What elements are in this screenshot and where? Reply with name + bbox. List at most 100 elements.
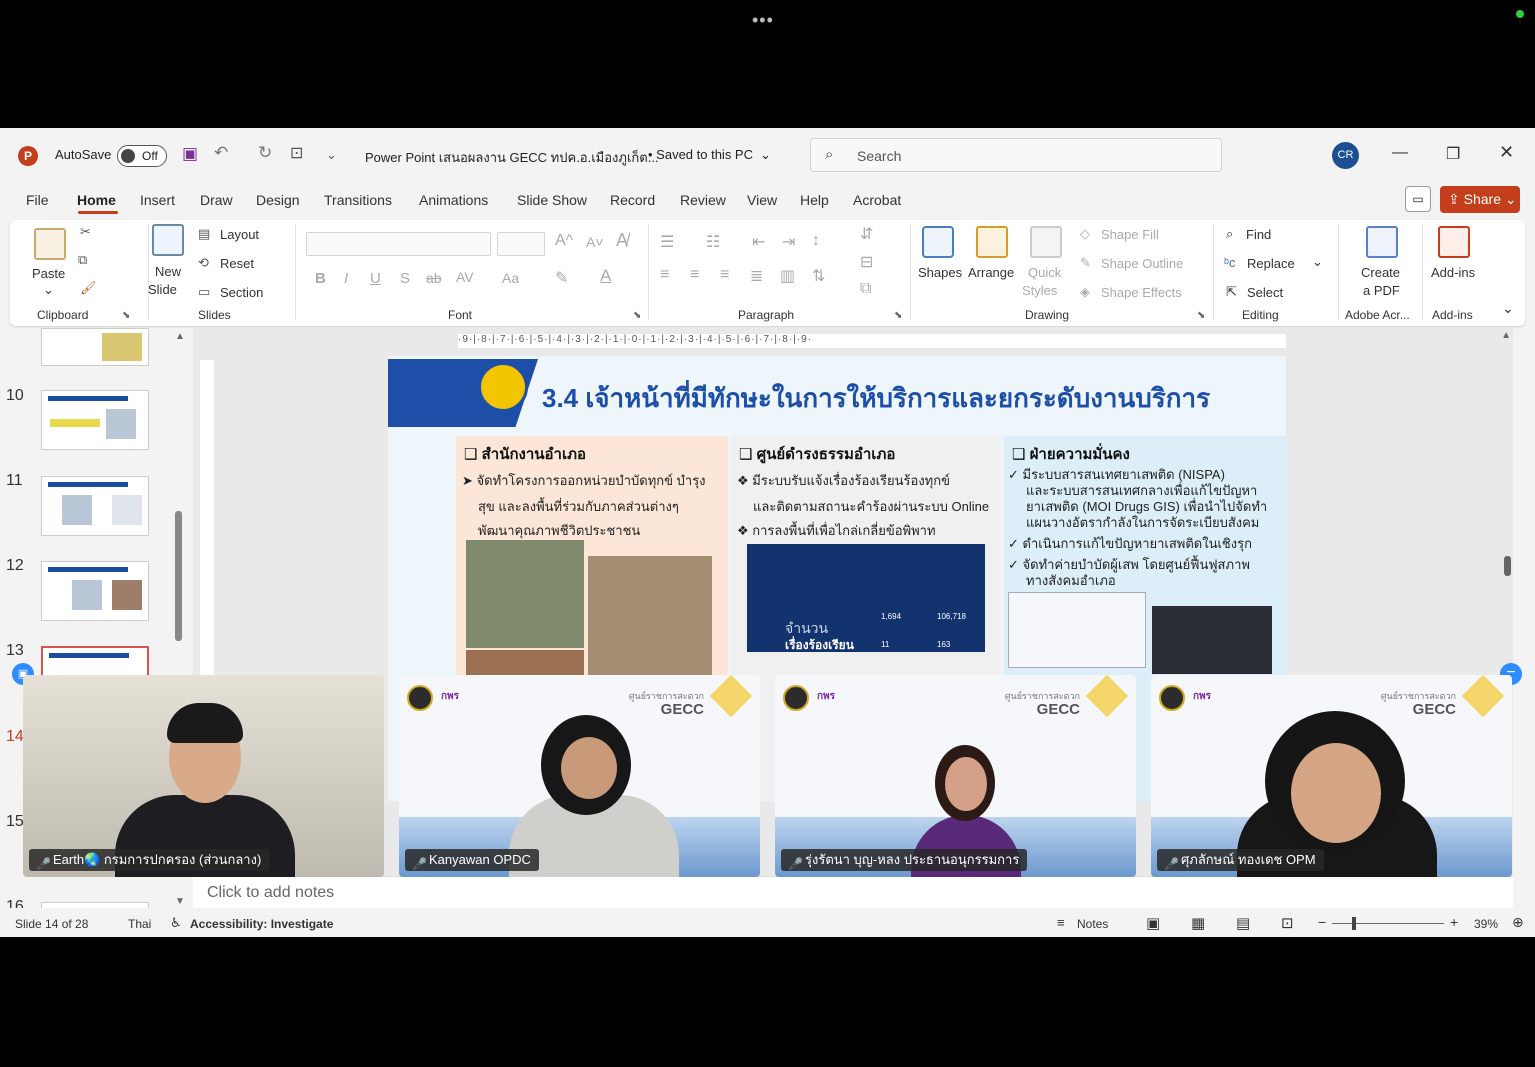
language-indicator[interactable]: Thai	[128, 917, 151, 931]
paste-icon[interactable]	[34, 228, 66, 260]
thumbnail-scrollbar[interactable]	[175, 511, 182, 641]
justify-icon[interactable]: ≣	[750, 266, 763, 286]
character-spacing-button[interactable]: AV	[456, 269, 474, 285]
zoom-level[interactable]: 39%	[1474, 917, 1498, 931]
avatar[interactable]: CR	[1332, 142, 1359, 169]
new-slide-label-2[interactable]: Slide	[148, 282, 177, 297]
decrease-indent-icon[interactable]: ⇤	[752, 232, 765, 252]
format-painter-icon[interactable]: 🖌	[80, 280, 97, 296]
slide-thumbnail[interactable]	[41, 561, 149, 621]
redo-icon[interactable]: ↻	[258, 143, 272, 163]
drawing-launcher-icon[interactable]: ⬊	[1197, 310, 1205, 321]
reset-button[interactable]: Reset	[220, 256, 254, 271]
zoom-slider-handle[interactable]	[1352, 917, 1356, 930]
align-center-icon[interactable]: ≡	[690, 266, 699, 284]
font-family-select[interactable]	[306, 232, 491, 256]
copy-icon[interactable]: ⧉	[78, 252, 87, 268]
document-title[interactable]: Power Point เสนอผลงาน GECC ทปค.อ.เมืองภู…	[365, 147, 659, 168]
add-ins-button[interactable]: Add-ins	[1431, 265, 1475, 280]
notes-button[interactable]: Notes	[1077, 917, 1108, 931]
editor-scrollbar[interactable]	[1504, 556, 1511, 576]
increase-font-size-icon[interactable]: A^	[555, 232, 573, 250]
layout-button[interactable]: Layout	[220, 227, 259, 242]
font-size-select[interactable]	[497, 232, 545, 256]
tab-transitions[interactable]: Transitions	[324, 192, 392, 208]
scroll-down-icon[interactable]: ▼	[175, 896, 185, 907]
tab-draw[interactable]: Draw	[200, 192, 233, 208]
tab-home[interactable]: Home	[77, 192, 116, 208]
shape-effects-button[interactable]: Shape Effects	[1101, 285, 1182, 300]
cut-icon[interactable]: ✂	[80, 224, 91, 240]
font-launcher-icon[interactable]: ⬊	[633, 310, 641, 321]
new-slide-icon[interactable]	[152, 224, 184, 256]
quick-styles-icon[interactable]	[1030, 226, 1062, 258]
scroll-up-icon[interactable]: ▲	[1501, 330, 1511, 341]
autosave-toggle[interactable]: Off	[117, 145, 167, 167]
columns-icon[interactable]: ▥	[780, 266, 795, 286]
align-right-icon[interactable]: ≡	[720, 266, 729, 284]
replace-button[interactable]: Replace	[1247, 256, 1295, 271]
tab-acrobat[interactable]: Acrobat	[853, 192, 901, 208]
share-button[interactable]: ⇪ Share ⌄	[1440, 186, 1520, 213]
new-slide-label-1[interactable]: New	[155, 264, 181, 279]
tab-slide-show[interactable]: Slide Show	[517, 192, 587, 208]
font-color-icon[interactable]: A	[600, 266, 611, 286]
video-tile[interactable]: กพร ศูนย์ราชการสะดวก GECC 🎤 รุ่งรัตนา บุญ…	[775, 675, 1136, 877]
text-shadow-button[interactable]: S	[400, 270, 410, 287]
comments-button[interactable]: ▭	[1405, 186, 1431, 212]
shapes-icon[interactable]	[922, 226, 954, 258]
normal-view-icon[interactable]: ▣	[1146, 914, 1160, 932]
ribbon-expand-icon[interactable]: ⌄	[1502, 300, 1514, 317]
replace-dropdown-icon[interactable]: ⌄	[1312, 254, 1323, 270]
slide-sorter-icon[interactable]: ▦	[1191, 914, 1205, 932]
section-button[interactable]: Section	[220, 285, 263, 300]
shape-outline-button[interactable]: Shape Outline	[1101, 256, 1183, 271]
zoom-more-options-icon[interactable]: •••	[752, 10, 774, 31]
slide-thumbnail[interactable]	[41, 390, 149, 450]
sort-icon[interactable]: ⇵	[860, 224, 873, 244]
tab-animations[interactable]: Animations	[419, 192, 488, 208]
close-icon[interactable]: ✕	[1499, 142, 1514, 163]
present-from-start-icon[interactable]: ⊡	[290, 143, 303, 163]
zoom-in-icon[interactable]: +	[1450, 914, 1458, 930]
highlight-icon[interactable]: ✎	[555, 268, 568, 288]
undo-icon[interactable]: ↶	[214, 143, 228, 163]
slide-thumbnail[interactable]	[41, 328, 149, 366]
slide-thumbnail[interactable]	[41, 476, 149, 536]
zoom-out-icon[interactable]: −	[1318, 914, 1326, 930]
smartart-icon[interactable]: ⧉	[860, 280, 871, 298]
reading-view-icon[interactable]: ▤	[1236, 914, 1250, 932]
line-spacing-icon[interactable]: ↕	[812, 232, 820, 250]
decrease-font-size-icon[interactable]: A˅	[586, 234, 604, 250]
arrange-button[interactable]: Arrange	[968, 265, 1014, 280]
bold-button[interactable]: B	[315, 270, 326, 287]
numbering-icon[interactable]: ☷	[706, 232, 720, 252]
increase-indent-icon[interactable]: ⇥	[782, 232, 795, 252]
create-pdf-label-1[interactable]: Create	[1361, 265, 1400, 280]
scroll-up-icon[interactable]: ▲	[175, 331, 185, 342]
video-tile[interactable]: 🎤 Earth🌏 กรมการปกครอง (ส่วนกลาง)	[23, 675, 384, 877]
tab-insert[interactable]: Insert	[140, 192, 175, 208]
search-box[interactable]: ⌕ Search	[810, 138, 1222, 172]
slide-thumbnail[interactable]	[41, 902, 149, 908]
clipboard-launcher-icon[interactable]: ⬊	[122, 310, 130, 321]
chevron-down-icon[interactable]: ⌄	[760, 147, 771, 163]
restore-icon[interactable]: ❐	[1446, 144, 1460, 164]
paragraph-launcher-icon[interactable]: ⬊	[894, 310, 902, 321]
quick-styles-label-1[interactable]: Quick	[1028, 265, 1061, 280]
tab-file[interactable]: File	[26, 192, 49, 208]
strikethrough-button[interactable]: ab	[426, 270, 442, 286]
tab-record[interactable]: Record	[610, 192, 655, 208]
arrange-icon[interactable]	[976, 226, 1008, 258]
accessibility-button[interactable]: Accessibility: Investigate	[190, 917, 333, 931]
saved-status[interactable]: • Saved to this PC	[648, 147, 753, 162]
create-pdf-icon[interactable]	[1366, 226, 1398, 258]
tab-view[interactable]: View	[747, 192, 777, 208]
tab-design[interactable]: Design	[256, 192, 300, 208]
video-tile[interactable]: กพร ศูนย์ราชการสะดวก GECC 🎤 Kanyawan OPDC	[399, 675, 760, 877]
shape-fill-button[interactable]: Shape Fill	[1101, 227, 1159, 242]
text-direction-icon[interactable]: ⇅	[812, 266, 825, 286]
quick-styles-label-2[interactable]: Styles	[1022, 283, 1057, 298]
customize-toolbar-icon[interactable]: ⌄	[326, 147, 337, 163]
paste-button[interactable]: Paste	[32, 266, 65, 281]
